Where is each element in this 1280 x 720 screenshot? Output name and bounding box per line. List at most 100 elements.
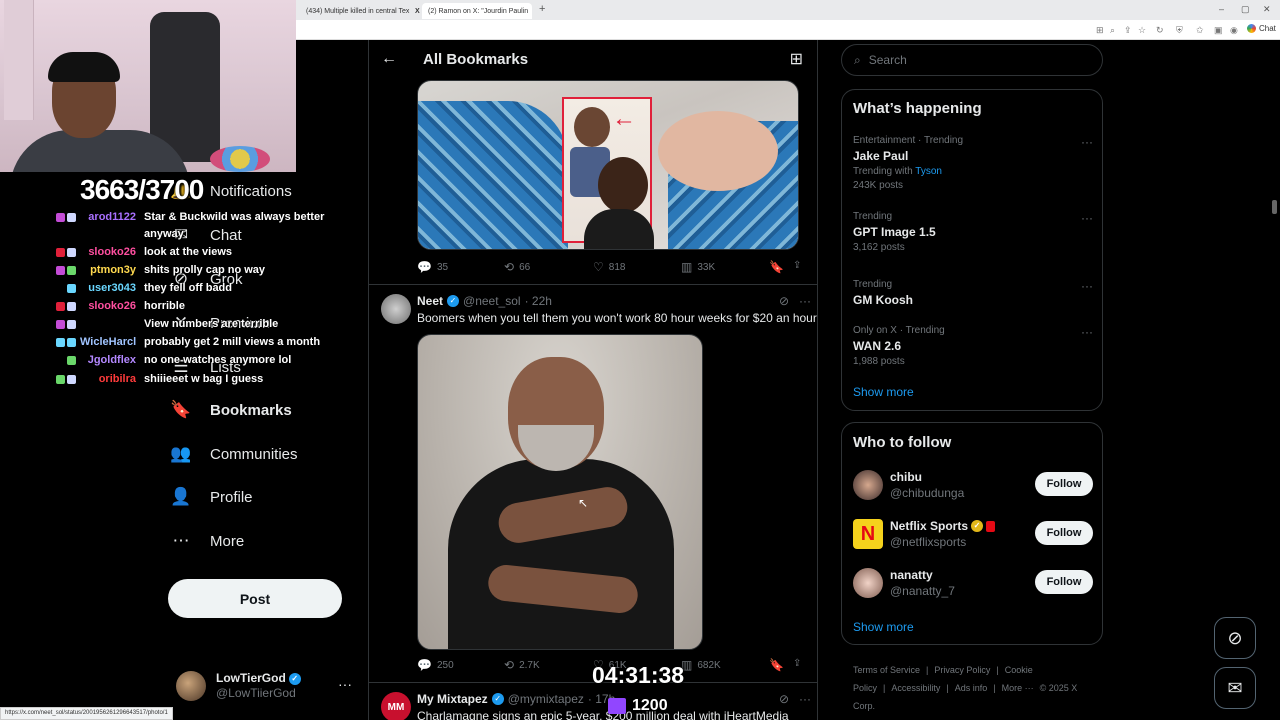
scrollbar[interactable] [1272,200,1277,214]
like-button[interactable]: ♡ 818 [593,260,625,274]
collections-icon[interactable]: ▣ [1214,25,1223,36]
verified-badge-icon: ✓ [491,693,504,705]
chat-username: ptmon3y [90,264,136,276]
extension-icon[interactable]: ⊞ [1096,25,1104,36]
author-handle[interactable]: @neet_sol [463,294,521,308]
view-count: 33K [697,261,716,273]
favorites-icon[interactable]: ✩ [1196,25,1204,36]
follow-suggestion[interactable]: N Netflix Sports ✓ @netflixsports Follow [853,517,1093,553]
follow-button[interactable]: Follow [1035,472,1093,496]
grok-icon[interactable]: ⊘ [779,294,789,308]
repost-button[interactable]: ⟲ 66 [504,260,530,274]
zoom-icon[interactable]: ⌕ [1110,25,1115,36]
account-name: LowTierGod [216,671,286,685]
repost-button[interactable]: ⟲ 2.7K [504,658,540,672]
copilot-chat-button[interactable]: Chat [1247,24,1276,33]
browser-tab-news[interactable]: (434) Multiple killed in central Tex [296,3,411,19]
browser-tab-x[interactable]: X [413,3,422,19]
more-horizontal-icon[interactable]: ··· [338,676,352,692]
more-horizontal-icon[interactable]: ··· [799,692,811,706]
sub-count-value: 1200 [632,697,668,714]
author-name[interactable]: Neet [417,294,443,308]
footer-separator: | [996,665,999,675]
bookmark-filled-icon[interactable]: 🔖 [769,658,784,672]
chat-username: arod1122 [88,211,136,223]
search-input[interactable]: ⌕ Search [841,44,1103,76]
minimize-icon[interactable]: – [1219,4,1224,14]
follow-suggestion[interactable]: chibu @chibudunga Follow [853,468,1093,504]
grok-icon[interactable]: ⊘ [779,692,789,706]
footer-link[interactable]: Ads info [955,683,988,693]
trend-context-link[interactable]: Tyson [915,166,942,177]
chat-text: anyway [144,228,184,240]
sidebar-item-bookmarks[interactable]: 🔖 Bookmarks [170,400,291,420]
author-name[interactable]: My Mixtapez [417,692,488,706]
star-icon[interactable]: ☆ [1138,25,1146,36]
new-tab-button[interactable]: + [539,3,545,15]
more-horizontal-icon[interactable]: ··· [1081,279,1093,293]
x-logo-icon: X [415,7,420,15]
footer-link[interactable]: More ··· [1002,683,1034,693]
views-button[interactable]: ▥ 682K [681,658,721,672]
show-more-link[interactable]: Show more [853,620,914,634]
messages-fab-button[interactable]: ✉ [1214,667,1256,709]
footer-link[interactable]: Privacy Policy [934,665,990,675]
tweet-media-image[interactable]: ← [417,80,799,250]
author-handle[interactable]: @mymixtapez [508,692,584,706]
follow-button[interactable]: Follow [1035,521,1093,545]
grok-fab-button[interactable]: ⊘ [1214,617,1256,659]
chat-text: View numbers are terrible [144,318,279,330]
sidebar-item-communities[interactable]: 👥 Communities [170,444,297,464]
analytics-icon: ▥ [681,260,693,274]
reply-button[interactable]: 💬 250 [417,658,454,672]
trend-item[interactable]: Trending GPT Image 1.5 3,162 posts ··· [853,211,1093,253]
more-horizontal-icon[interactable]: ··· [1081,325,1093,339]
footer-link[interactable]: Accessibility [891,683,940,693]
trend-item[interactable]: Trending GM Koosh ··· [853,279,1093,307]
browser-tab-active[interactable]: (2) Ramon on X: "Jourdin Paulin × [422,3,532,19]
profile-icon[interactable]: ◉ [1230,25,1238,36]
trend-item[interactable]: Entertainment · Trending Jake Paul Trendin… [853,135,1093,191]
chat-message: View numbers are terrible [0,317,278,331]
chat-badge-icon [67,337,76,347]
footer-link[interactable]: Terms of Service [853,665,920,675]
follow-suggestion[interactable]: nanatty @nanatty_7 Follow [853,566,1093,602]
bookmark-filled-icon[interactable]: 🔖 [769,260,784,274]
post-button[interactable]: Post [168,579,342,618]
tweet-media-image[interactable] [417,334,703,650]
trend-item[interactable]: Only on X · Trending WAN 2.6 1,988 posts ··… [853,325,1093,367]
more-horizontal-icon[interactable]: ··· [1081,211,1093,225]
follow-button[interactable]: Follow [1035,570,1093,594]
tab-label: (434) Multiple killed in central Tex [306,7,410,15]
avatar[interactable]: MM [381,692,411,720]
chat-badge-icon [56,265,65,275]
footer-separator: | [946,683,949,693]
communities-icon: 👥 [170,444,192,463]
more-horizontal-icon[interactable]: ··· [1081,135,1093,149]
trend-post-count: 1,988 posts [853,356,905,367]
sidebar-item-profile[interactable]: 👤 Profile [170,487,253,507]
back-arrow-icon[interactable]: ← [381,50,397,68]
suggestion-handle: @chibudunga [890,486,965,500]
tweet-time[interactable]: · 22h [525,294,552,308]
close-window-icon[interactable]: ✕ [1263,4,1271,15]
views-button[interactable]: ▥ 33K [681,260,715,274]
new-bookmark-folder-icon[interactable]: ⊞ [790,49,803,69]
sidebar-item-label: Profile [210,488,253,506]
share-icon[interactable]: ⇪ [793,658,801,669]
more-horizontal-icon[interactable]: ··· [799,294,811,308]
share-icon[interactable]: ⇪ [793,260,801,271]
maximize-icon[interactable]: ▢ [1241,4,1250,15]
account-switcher[interactable]: LowTierGod ✓ @LowTiierGod ··· [176,668,356,704]
suggestion-handle: @nanatty_7 [890,584,955,598]
chat-message: user3043 they fell off badd [0,281,232,295]
refresh-icon[interactable]: ↻ [1156,25,1164,36]
show-more-link[interactable]: Show more [853,385,914,399]
avatar[interactable] [381,294,411,324]
search-icon: ⌕ [854,52,861,67]
reply-button[interactable]: 💬 35 [417,260,448,274]
sidebar-item-more[interactable]: ⋯ More [170,531,245,551]
suggestion-name: Netflix Sports [890,519,969,533]
shield-icon[interactable]: ⛨ [1176,25,1183,36]
share-icon[interactable]: ⇪ [1124,25,1132,36]
